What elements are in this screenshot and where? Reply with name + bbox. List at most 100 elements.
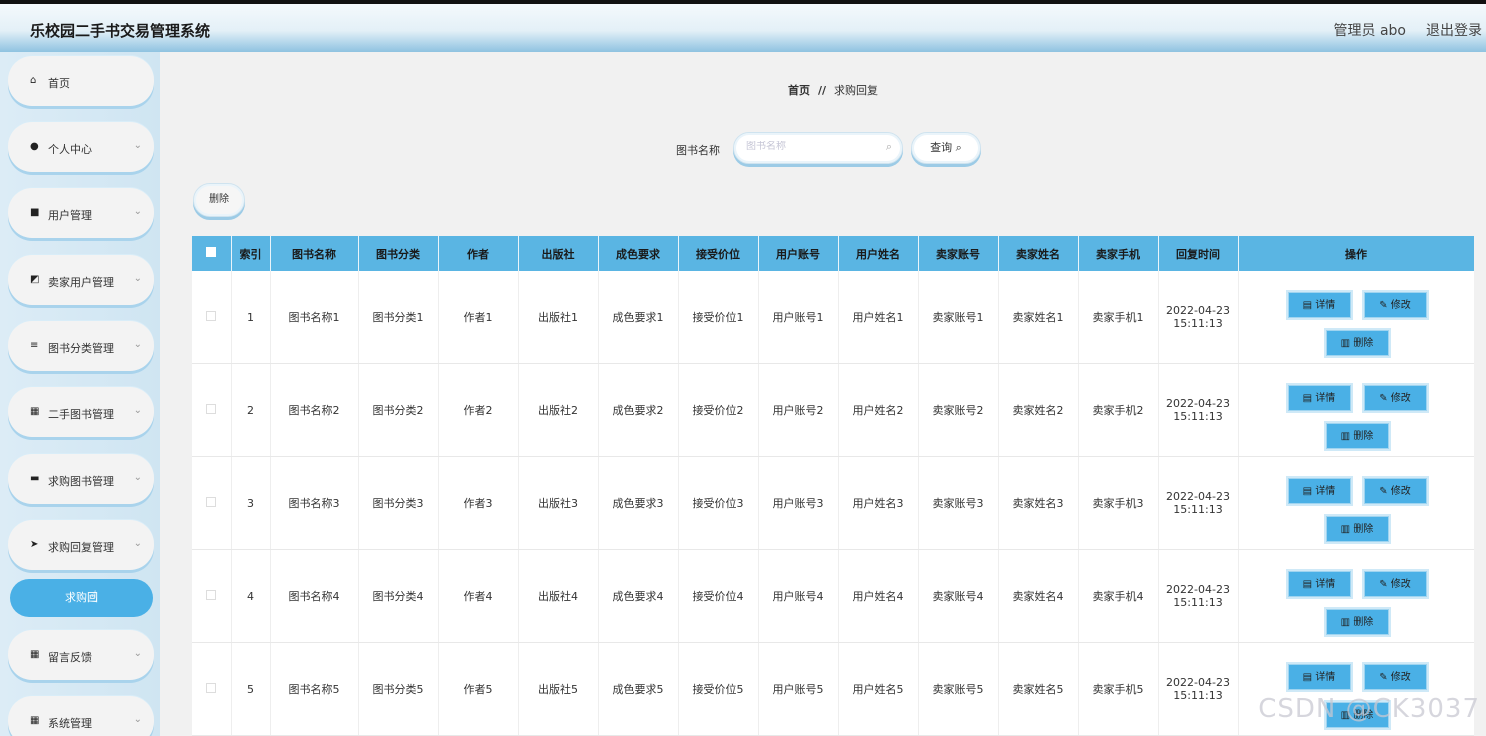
delete-button[interactable]: ▥ 删除 [1325,330,1389,356]
table-cell: 用户账号2 [758,363,839,457]
table-cell: 图书名称4 [270,549,359,643]
table-row: 4 图书名称4 图书分类4 作者4 出版社4 成色要求4 接受价位4 用户账号4 用户姓名4 卖家… [192,549,1474,643]
table-cell: 图书分类3 [358,456,439,550]
bulk-delete-button[interactable]: 删除 [193,183,245,217]
detail-button[interactable]: ▤ 详情 [1287,664,1351,690]
edit-icon: ✎ [1379,579,1388,590]
search-input[interactable] [746,141,876,152]
table-cell: 用户账号3 [758,456,839,550]
monitor-icon: ■ [30,207,40,218]
trash-icon: ▥ [1340,431,1351,442]
row-checkbox[interactable] [192,271,232,364]
send-icon: ➤ [30,539,39,550]
sidebar-item-home[interactable]: ⌂ 首页 [8,56,154,106]
search-field[interactable]: ⌕ [733,132,903,164]
sidebar-item-system-management[interactable]: ▦ 系统管理 ⌄ [8,696,154,736]
table-cell: 4 [231,549,271,643]
select-all-checkbox[interactable] [192,236,232,271]
table-header-row: 索引 图书名称 图书分类 作者 出版社 成色要求 接受价位 用户账号 用户姓名 … [192,236,1474,271]
sidebar-item-personal-center[interactable]: ● 个人中心 ⌄ [8,122,154,172]
edit-button[interactable]: ✎ 修改 [1363,664,1427,690]
chart-icon: ◩ [30,274,40,285]
table-cell: 卖家手机4 [1078,549,1159,643]
table-cell: 1 [231,271,271,364]
table-cell: 成色要求1 [598,271,679,364]
sidebar-item-seller-management[interactable]: ◩ 卖家用户管理 ⌄ [8,255,154,305]
edit-button[interactable]: ✎ 修改 [1363,385,1427,411]
table-cell: 图书名称2 [270,363,359,457]
column-header: 出版社 [518,236,599,271]
row-checkbox[interactable] [192,642,232,736]
grid-icon: ▦ [30,406,40,417]
reply-date: 2022-04-23 [1166,304,1230,317]
query-button[interactable]: 查询 ⌕ [911,132,981,164]
edit-label: 修改 [1390,393,1411,404]
user-icon: ● [30,141,39,152]
app-title: 乐校园二手书交易管理系统 [30,22,211,40]
reply-time: 15:11:13 [1173,596,1223,609]
table-cell: 作者3 [438,456,519,550]
delete-button[interactable]: ▥ 删除 [1325,423,1389,449]
detail-label: 详情 [1315,393,1336,404]
home-icon: ⌂ [30,75,37,86]
sidebar-item-wanted-books[interactable]: ▬ 求购图书管理 ⌄ [8,454,154,504]
sidebar-item-feedback[interactable]: ▦ 留言反馈 ⌄ [8,630,154,680]
edit-label: 修改 [1390,486,1411,497]
row-checkbox[interactable] [192,549,232,643]
detail-button[interactable]: ▤ 详情 [1287,478,1351,504]
detail-button[interactable]: ▤ 详情 [1287,571,1351,597]
trash-icon: ▥ [1340,524,1351,535]
sidebar-item-user-management[interactable]: ■ 用户管理 ⌄ [8,188,154,238]
sidebar-subitem-wanted-replies[interactable]: 求购回 [10,579,153,617]
trash-icon: ▥ [1340,617,1351,628]
sidebar-item-used-books[interactable]: ▦ 二手图书管理 ⌄ [8,387,154,437]
delete-label: 删除 [1353,431,1374,442]
detail-button[interactable]: ▤ 详情 [1287,385,1351,411]
detail-button[interactable]: ▤ 详情 [1287,292,1351,318]
table-cell: 出版社4 [518,549,599,643]
list-icon: ≡ [30,340,39,351]
edit-label: 修改 [1390,300,1411,311]
logout-link[interactable]: 退出登录 [1426,20,1482,40]
edit-button[interactable]: ✎ 修改 [1363,292,1427,318]
grid-icon: ▦ [30,715,40,726]
edit-button[interactable]: ✎ 修改 [1363,478,1427,504]
delete-label: 删除 [1353,338,1374,349]
sidebar-item-label: 求购图书管理 [48,475,114,488]
column-header: 作者 [438,236,519,271]
table-cell: 接受价位4 [678,549,759,643]
edit-button[interactable]: ✎ 修改 [1363,571,1427,597]
table-cell: 图书名称3 [270,456,359,550]
column-header: 接受价位 [678,236,759,271]
breadcrumb-separator: // [818,84,827,97]
reply-time-cell: 2022-04-23 15:11:13 [1158,271,1239,364]
data-table: 索引 图书名称 图书分类 作者 出版社 成色要求 接受价位 用户账号 用户姓名 … [192,236,1474,736]
breadcrumb-home[interactable]: 首页 [788,84,810,97]
table-cell: 成色要求5 [598,642,679,736]
row-checkbox[interactable] [192,456,232,550]
sidebar-item-category-management[interactable]: ≡ 图书分类管理 ⌄ [8,321,154,371]
table-cell: 卖家账号4 [918,549,999,643]
sidebar-item-label: 个人中心 [48,143,92,156]
reply-date: 2022-04-23 [1166,676,1230,689]
table-cell: 用户账号4 [758,549,839,643]
reply-time: 15:11:13 [1173,689,1223,702]
sidebar-item-label: 图书分类管理 [48,342,114,355]
detail-icon: ▤ [1302,579,1313,590]
table-cell: 卖家姓名4 [998,549,1079,643]
actions-cell: ▤ 详情 ✎ 修改 ▥ 删除 [1238,549,1474,643]
actions-cell: ▤ 详情 ✎ 修改 ▥ 删除 [1238,456,1474,550]
chevron-down-icon: ⌄ [133,405,142,416]
chevron-down-icon: ⌄ [133,538,142,549]
chevron-down-icon: ⌄ [133,714,142,725]
row-checkbox[interactable] [192,363,232,457]
column-header: 卖家手机 [1078,236,1159,271]
delete-button[interactable]: ▥ 删除 [1325,516,1389,542]
sidebar-item-wanted-replies[interactable]: ➤ 求购回复管理 ⌄ [8,520,154,570]
delete-button[interactable]: ▥ 删除 [1325,609,1389,635]
reply-time: 15:11:13 [1173,317,1223,330]
table-row: 1 图书名称1 图书分类1 作者1 出版社1 成色要求1 接受价位1 用户账号1 用户姓名1 卖家… [192,271,1474,364]
delete-label: 删除 [1353,524,1374,535]
table-cell: 卖家账号1 [918,271,999,364]
actions-cell: ▤ 详情 ✎ 修改 ▥ 删除 [1238,363,1474,457]
